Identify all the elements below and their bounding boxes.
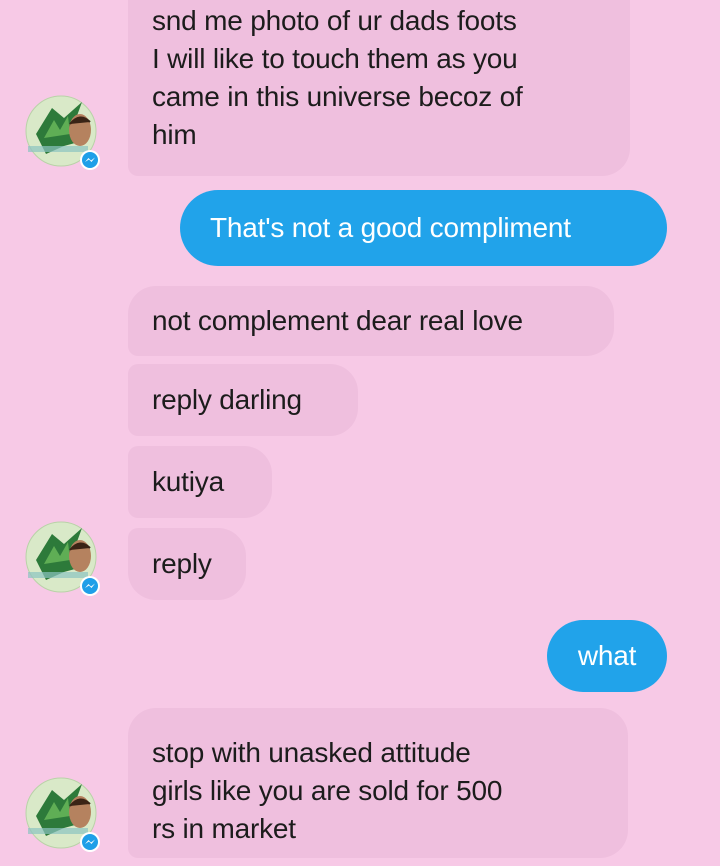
incoming-message: reply darling — [128, 364, 358, 436]
contact-avatar-icon[interactable] — [24, 94, 102, 172]
messenger-badge-icon — [80, 576, 100, 596]
messenger-badge-icon — [80, 150, 100, 170]
contact-avatar-icon[interactable] — [24, 776, 102, 854]
messenger-badge-icon — [80, 832, 100, 852]
incoming-message: reply — [128, 528, 246, 600]
outgoing-message: That's not a good compliment — [180, 190, 667, 266]
incoming-message: stop with unasked attitude girls like yo… — [128, 708, 628, 858]
contact-avatar-icon[interactable] — [24, 520, 102, 598]
incoming-message: snd me photo of ur dads foots I will lik… — [128, 0, 630, 176]
outgoing-message: what — [547, 620, 667, 692]
incoming-message: not complement dear real love — [128, 286, 614, 356]
incoming-message: kutiya — [128, 446, 272, 518]
